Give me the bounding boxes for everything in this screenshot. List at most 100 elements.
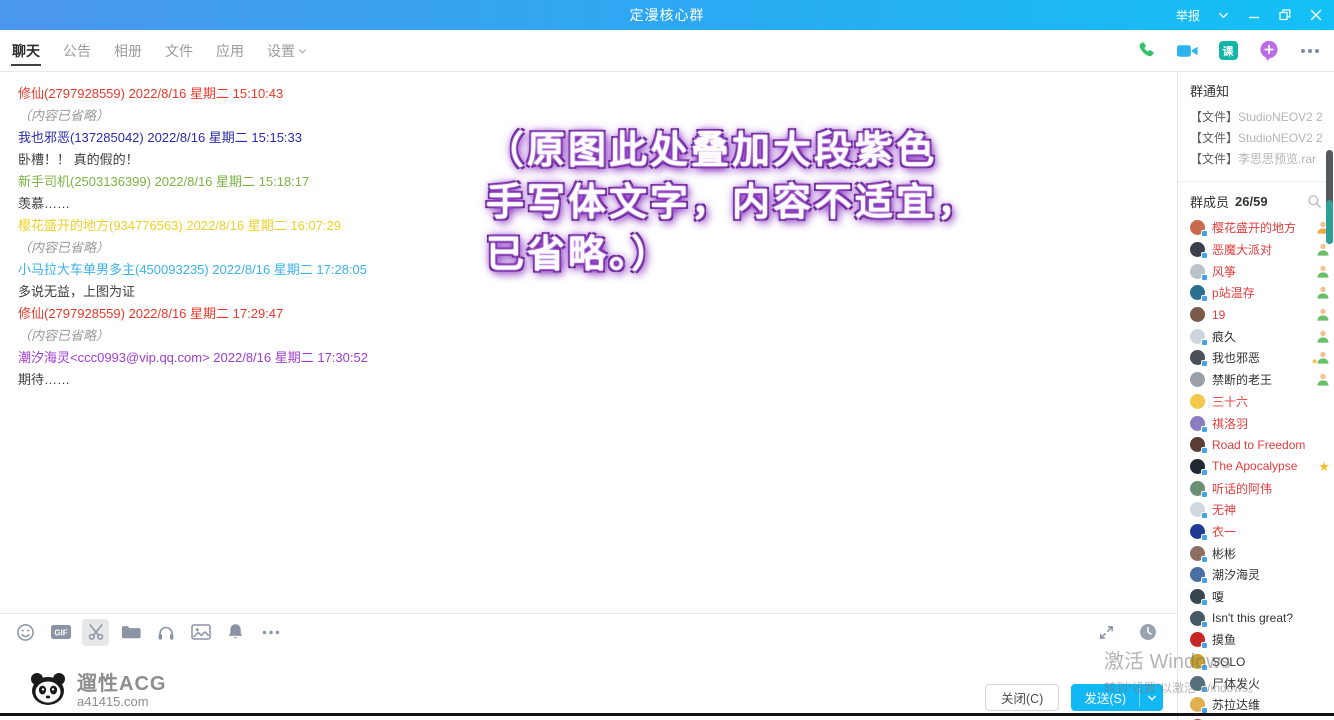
member-row[interactable]: 摸鱼 xyxy=(1190,629,1330,651)
member-row[interactable]: 痕久 xyxy=(1190,325,1330,347)
emoji-icon[interactable] xyxy=(12,619,39,646)
gif-icon[interactable]: GIF xyxy=(47,619,74,646)
close-icon[interactable] xyxy=(1308,7,1324,23)
tab-label: 应用 xyxy=(216,41,244,61)
history-icon[interactable] xyxy=(1134,619,1161,646)
message-timestamp: 2022/8/16 星期二 17:28:05 xyxy=(209,262,367,277)
titlebar-chevron-down-icon[interactable] xyxy=(1215,7,1231,23)
member-row[interactable]: 衣一 xyxy=(1190,521,1330,543)
member-avatar xyxy=(1190,697,1205,712)
expand-icon[interactable] xyxy=(1093,619,1120,646)
member-row[interactable]: 风筝 xyxy=(1190,260,1330,282)
send-options-chevron-icon[interactable] xyxy=(1140,684,1163,711)
member-avatar xyxy=(1190,307,1205,322)
add-app-icon[interactable] xyxy=(1257,39,1281,63)
member-row[interactable]: 19 xyxy=(1190,304,1330,326)
member-avatar xyxy=(1190,654,1205,669)
member-row[interactable]: 彬彬 xyxy=(1190,542,1330,564)
message-sender[interactable]: 修仙(2797928559) xyxy=(18,86,125,101)
avatar-badge-icon xyxy=(1201,360,1208,367)
tab-chat[interactable]: 聊天 xyxy=(10,30,42,71)
avatar-badge-icon xyxy=(1201,339,1208,346)
member-name: 嗄 xyxy=(1212,588,1306,605)
message: 修仙(2797928559) 2022/8/16 星期二 15:10:43（内容… xyxy=(18,83,1159,127)
message-timestamp: 2022/8/16 星期二 17:30:52 xyxy=(210,350,368,365)
report-button[interactable]: 举报 xyxy=(1176,7,1200,24)
image-icon[interactable] xyxy=(187,619,214,646)
video-call-icon[interactable] xyxy=(1175,39,1199,63)
member-row[interactable]: 听话的阿伟 xyxy=(1190,477,1330,499)
member-row[interactable]: 嗄 xyxy=(1190,586,1330,608)
tab-label: 文件 xyxy=(165,41,193,61)
message-sender[interactable]: 樱花盛开的地方(934776563) xyxy=(18,218,183,233)
avatar-badge-icon xyxy=(1201,512,1208,519)
member-avatar xyxy=(1190,676,1205,691)
message-sender[interactable]: 修仙(2797928559) xyxy=(18,306,125,321)
status-online-person-icon xyxy=(1313,308,1330,321)
member-row[interactable]: 祺洛羽 xyxy=(1190,412,1330,434)
restore-icon[interactable] xyxy=(1277,7,1293,23)
message-header: 我也邪恶(137285042) 2022/8/16 星期二 15:15:33 xyxy=(18,127,1159,149)
message-sender[interactable]: 新手司机(2503136399) xyxy=(18,174,151,189)
send-button[interactable]: 发送(S) xyxy=(1071,684,1163,711)
notice-file-item[interactable]: 【文件】StudioNEOV2 2022-0... xyxy=(1190,107,1322,128)
music-icon[interactable] xyxy=(152,619,179,646)
tab-label: 相册 xyxy=(114,41,142,61)
member-name: 樱花盛开的地方 xyxy=(1212,219,1306,236)
member-row[interactable]: 禁断的老王 xyxy=(1190,369,1330,391)
folder-icon[interactable] xyxy=(117,619,144,646)
tab-settings[interactable]: 设置 xyxy=(265,30,309,71)
group-classroom-icon[interactable]: 课 xyxy=(1216,39,1240,63)
message-sender[interactable]: 我也邪恶(137285042) xyxy=(18,130,144,145)
member-row[interactable]: 三十六 xyxy=(1190,391,1330,413)
avatar-badge-icon xyxy=(1201,252,1208,259)
tab-announcements[interactable]: 公告 xyxy=(61,30,93,71)
member-row[interactable]: Isn't this great? xyxy=(1190,607,1330,629)
group-sidebar: 群通知 【文件】StudioNEOV2 2022-0...【文件】StudioN… xyxy=(1178,72,1334,720)
notice-file-item[interactable]: 【文件】李思思预览.rar xyxy=(1190,149,1322,170)
minimize-icon[interactable] xyxy=(1246,7,1262,23)
member-row[interactable]: 尸体发火 xyxy=(1190,672,1330,694)
avatar-badge-icon xyxy=(1201,621,1208,628)
member-row[interactable]: The Apocalypse★ xyxy=(1190,456,1330,478)
member-row[interactable]: 恶魔大派对 xyxy=(1190,239,1330,261)
message-header: 新手司机(2503136399) 2022/8/16 星期二 15:18:17 xyxy=(18,171,1159,193)
member-name: 祺洛羽 xyxy=(1212,415,1306,432)
member-list-scrollbar[interactable] xyxy=(1326,150,1333,244)
avatar-badge-icon xyxy=(1201,491,1208,498)
voice-call-icon[interactable] xyxy=(1134,39,1158,63)
file-prefix-label: 【文件】 xyxy=(1190,152,1238,166)
tab-apps[interactable]: 应用 xyxy=(214,30,246,71)
message-sender[interactable]: 小马拉大车单男多主(450093235) xyxy=(18,262,209,277)
member-row[interactable]: 我也邪恶★ xyxy=(1190,347,1330,369)
member-avatar xyxy=(1190,502,1205,517)
member-row[interactable]: p站温存 xyxy=(1190,282,1330,304)
member-avatar xyxy=(1190,394,1205,409)
member-row[interactable]: Road to Freedom xyxy=(1190,434,1330,456)
message-sender[interactable]: 潮汐海灵<ccc0993@vip.qq.com> xyxy=(18,350,210,365)
notice-file-item[interactable]: 【文件】StudioNEOV2 2022-0... xyxy=(1190,128,1322,149)
member-row[interactable]: 樱花盛开的地方 xyxy=(1190,217,1330,239)
file-prefix-label: 【文件】 xyxy=(1190,131,1238,145)
member-row[interactable]: 潮汐海灵 xyxy=(1190,564,1330,586)
member-row[interactable]: 无神 xyxy=(1190,499,1330,521)
member-avatar xyxy=(1190,242,1205,257)
more-icon[interactable] xyxy=(257,619,284,646)
more-actions-icon[interactable] xyxy=(1298,39,1322,63)
member-name: 恶魔大派对 xyxy=(1212,241,1306,258)
member-avatar xyxy=(1190,459,1205,474)
member-name: 彬彬 xyxy=(1212,545,1306,562)
tab-files[interactable]: 文件 xyxy=(163,30,195,71)
close-button[interactable]: 关闭(C) xyxy=(985,684,1059,711)
svg-text:GIF: GIF xyxy=(54,629,67,638)
member-row[interactable]: SOLO xyxy=(1190,651,1330,673)
message-header: 修仙(2797928559) 2022/8/16 星期二 17:29:47 xyxy=(18,303,1159,325)
member-row[interactable]: 香辣鸡腿堡★ xyxy=(1190,716,1330,720)
tab-albums[interactable]: 相册 xyxy=(112,30,144,71)
screenshot-icon[interactable] xyxy=(82,619,109,646)
member-search-icon[interactable] xyxy=(1307,194,1322,209)
tab-chevron-down-icon xyxy=(298,43,307,59)
member-name: 三十六 xyxy=(1212,393,1306,410)
message: 小马拉大车单男多主(450093235) 2022/8/16 星期二 17:28… xyxy=(18,259,1159,303)
bell-icon[interactable] xyxy=(222,619,249,646)
